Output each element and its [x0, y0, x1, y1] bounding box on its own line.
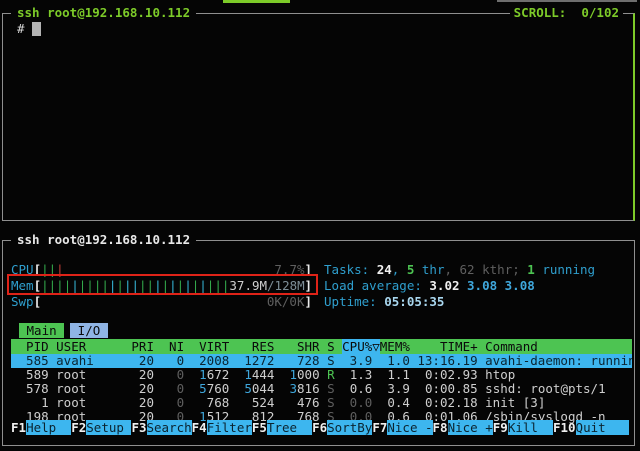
- process-row-1[interactable]: 1 root 20 0 768 524 476 S 0.0 0.4 0:02.1…: [11, 396, 632, 410]
- fkey-F6[interactable]: F6: [312, 420, 327, 435]
- load-average: Load average: 3.02 3.08 3.08: [324, 278, 535, 294]
- uptime: Uptime: 05:05:35: [324, 294, 444, 310]
- htop-meters: CPU[|||7.7%] Tasks: 24, 5 thr, 62 kthr; …: [11, 242, 632, 310]
- process-table-header[interactable]: PID USER PRI NI VIRT RES SHR S CPU%▽MEM%…: [11, 339, 632, 354]
- tab-main[interactable]: Main: [19, 323, 64, 338]
- top-progress-artifact-green: [223, 0, 290, 3]
- tasks-summary: Tasks: 24, 5 thr, 62 kthr; 1 running: [324, 262, 595, 278]
- top-terminal-pane[interactable]: ssh root@192.168.10.112 SCROLL: 0/102 #: [2, 13, 635, 221]
- process-row-578[interactable]: 578 root 20 0 5760 5044 3816 S 0.6 3.9 0…: [11, 382, 632, 396]
- cpu-bar-value: 7.7%: [274, 262, 304, 278]
- swp-bar-value: 0K/0K: [267, 294, 305, 310]
- fkey-F8-label[interactable]: Nice +: [448, 420, 493, 435]
- bottom-terminal-pane[interactable]: ssh root@192.168.10.112 CPU[|||7.7%] Tas…: [2, 240, 635, 446]
- swp-meter-label: Swp: [11, 294, 34, 310]
- mem-meter-label: Mem: [11, 278, 34, 294]
- fkey-F10[interactable]: F10: [553, 420, 576, 435]
- mem-bracket-close: ]: [305, 278, 313, 294]
- top-progress-artifact-gray: [497, 0, 637, 2]
- mem-bracket-open: [: [34, 278, 42, 294]
- swp-meter-bar: 0K/0K: [41, 294, 304, 310]
- cpu-bracket-close: ]: [305, 262, 313, 278]
- fkey-F9-label[interactable]: Kill: [508, 420, 553, 435]
- fkey-F9[interactable]: F9: [493, 420, 508, 435]
- shell-prompt: #: [17, 21, 25, 36]
- cpu-meter-label: CPU: [11, 262, 34, 278]
- fkey-F1[interactable]: F1: [11, 420, 26, 435]
- cpu-meter-row: CPU[||| 7.7%] Tasks: 24, 5 thr, 62 kthr; …: [11, 262, 632, 278]
- mem-meter-row: Mem[|||||||||||||||||||||||||37.9M/128M]…: [11, 278, 632, 294]
- htop-screen: CPU[|||7.7%] Tasks: 24, 5 thr, 62 kthr; …: [11, 242, 632, 444]
- process-row-585[interactable]: 585 avahi 20 0 2008 1272 728 S 3.9 1.0 1…: [11, 354, 632, 368]
- fkey-F8[interactable]: F8: [433, 420, 448, 435]
- htop-tab-bar: Main I/O: [11, 323, 632, 338]
- cpu-bar-pipes: |||: [41, 262, 64, 278]
- fkey-F3[interactable]: F3: [131, 420, 146, 435]
- swp-meter-row: Swp[0K/0K] Uptime: 05:05:35: [11, 294, 632, 310]
- process-row-589[interactable]: 589 root 20 0 1672 1444 1000 R 1.3 1.1 0…: [11, 368, 632, 382]
- top-pane-title: ssh root@192.168.10.112: [11, 5, 196, 20]
- fkey-F4[interactable]: F4: [192, 420, 207, 435]
- process-rows: 585 avahi 20 0 2008 1272 728 S 3.9 1.0 1…: [11, 354, 632, 424]
- mem-meter-bar: |||||||||||||||||||||||||37.9M/128M: [41, 278, 304, 294]
- fkey-F7-label[interactable]: Nice -: [387, 420, 432, 435]
- fkey-F4-label[interactable]: Filter: [207, 420, 252, 435]
- tab-io[interactable]: I/O: [70, 323, 108, 338]
- mem-bar-pipes: |||||||||||||||||||||||||: [41, 278, 229, 294]
- process-table: PID USER PRI NI VIRT RES SHR S CPU%▽MEM%…: [11, 339, 632, 424]
- fkey-F10-label[interactable]: Quit: [576, 420, 629, 435]
- fkey-F2[interactable]: F2: [71, 420, 86, 435]
- cpu-bracket-open: [: [34, 262, 42, 278]
- scroll-indicator: SCROLL: 0/102: [510, 5, 623, 20]
- terminal-cursor: [32, 22, 41, 36]
- cpu-meter-bar: ||| 7.7%: [41, 262, 304, 278]
- swp-bracket-open: [: [34, 294, 42, 310]
- fkey-F5-label[interactable]: Tree: [267, 420, 312, 435]
- swp-bracket-close: ]: [305, 294, 313, 310]
- mem-bar-value: 37.9M/128M: [229, 278, 304, 294]
- fkey-F3-label[interactable]: Search: [147, 420, 192, 435]
- function-key-bar: F1Help F2Setup F3SearchF4FilterF5Tree F6…: [11, 420, 629, 435]
- fkey-F1-label[interactable]: Help: [26, 420, 71, 435]
- fkey-F7[interactable]: F7: [372, 420, 387, 435]
- fkey-F2-label[interactable]: Setup: [86, 420, 131, 435]
- fkey-F6-label[interactable]: SortBy: [327, 420, 372, 435]
- fkey-F5[interactable]: F5: [252, 420, 267, 435]
